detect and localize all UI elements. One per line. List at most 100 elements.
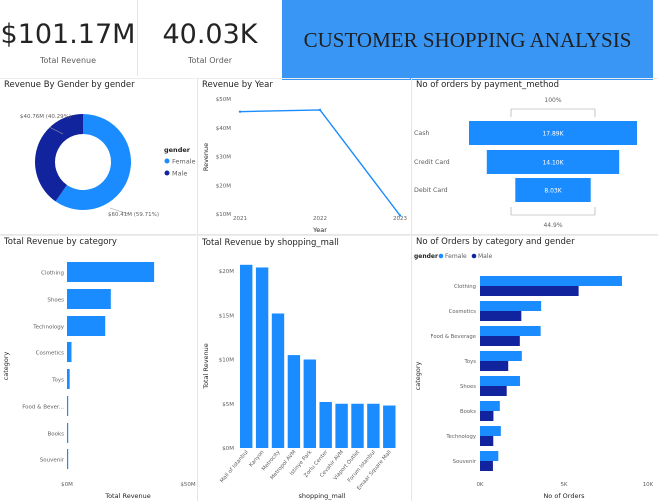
category-revenue-bar[interactable] — [67, 316, 106, 336]
og-category-label: Souvenir — [453, 459, 477, 465]
og-bar-female[interactable] — [480, 376, 520, 386]
og-legend-female-label[interactable]: Female — [445, 253, 467, 260]
funnel-category-label: Debit Card — [414, 187, 448, 194]
mall-revenue-bar[interactable] — [240, 264, 253, 448]
og-bar-male[interactable] — [480, 311, 522, 321]
mall-revenue-bar[interactable] — [383, 405, 396, 448]
category-revenue-svg: category Clothing Shoes Technology Cosmetic… — [2, 262, 196, 500]
funnel-value-label: 17.89K — [542, 131, 564, 138]
og-bar-male[interactable] — [480, 461, 493, 471]
category-revenue-bar[interactable] — [67, 449, 69, 469]
line-x-axis-title: Year — [312, 226, 327, 234]
mall-revenue-bar[interactable] — [271, 313, 285, 448]
category-revenue-bar[interactable] — [67, 423, 69, 443]
category-revenue-bar[interactable] — [67, 396, 69, 416]
og-bar-female[interactable] — [480, 301, 542, 311]
line-x-tick-label: 2022 — [313, 216, 327, 222]
category-tick-label: Souvenir — [40, 458, 65, 464]
og-x-axis-title: No of Orders — [543, 492, 585, 500]
funnel-category-label: Credit Card — [414, 159, 450, 166]
og-bar-male[interactable] — [480, 436, 494, 446]
kpi-revenue-card: $101.17M Total Revenue — [0, 0, 136, 76]
category-y-axis-title: category — [2, 351, 10, 380]
legend-male-label[interactable]: Male — [172, 170, 187, 178]
og-bar-male[interactable] — [480, 386, 507, 396]
legend-female-label[interactable]: Female — [172, 158, 196, 166]
category-tick-label: Food & Bever... — [22, 405, 64, 411]
og-x-tick-label: 10K — [643, 482, 654, 488]
legend-female-marker — [164, 158, 170, 164]
category-tick-label: Toys — [51, 378, 64, 384]
donut-svg: $40.76M (40.29%) $60.41M (59.71%) gender… — [20, 114, 196, 218]
category-revenue-bar[interactable] — [67, 342, 72, 362]
donut-label-male-text: $40.76M (40.29%) — [20, 114, 71, 120]
donut-label-female: $60.41M (59.71%) — [108, 212, 159, 218]
kpi-orders-label: Total Order — [188, 56, 232, 65]
category-revenue-bar[interactable] — [67, 289, 111, 309]
og-bar-female[interactable] — [480, 426, 501, 436]
line-y-tick-label: $10M — [216, 212, 231, 218]
kpi-revenue-value: $101.17M — [0, 19, 136, 50]
funnel-svg: 100% Cash 17.89K Credit Card 14.10K Debit Ca… — [414, 97, 637, 229]
revenue-by-gender-visual[interactable]: Revenue By Gender by gender $40.76M (40.… — [0, 78, 196, 235]
og-bar-male[interactable] — [480, 286, 579, 296]
og-bar-male[interactable] — [480, 411, 494, 421]
mall-revenue-bar[interactable] — [303, 359, 316, 449]
kpi-revenue-label: Total Revenue — [39, 56, 97, 65]
donut-slice-male[interactable] — [35, 114, 83, 202]
og-x-tick-label: 5K — [560, 482, 567, 488]
line-svg: $10M $20M $30M $40M $50M Revenue 2021 2022 202… — [202, 97, 407, 234]
legend-male-marker — [164, 170, 170, 176]
line-point[interactable] — [318, 108, 322, 112]
line-series-revenue[interactable] — [239, 109, 401, 216]
mall-revenue-bar[interactable] — [351, 403, 364, 448]
og-category-label: Books — [460, 409, 476, 415]
og-bar-female[interactable] — [480, 401, 500, 411]
og-category-label: Toys — [464, 359, 477, 365]
category-tick-label: Technology — [32, 325, 65, 331]
og-category-label: Food & Beverage — [430, 334, 476, 340]
og-bar-male[interactable] — [480, 361, 509, 371]
og-bar-female[interactable] — [480, 451, 499, 461]
category-tick-label: Books — [47, 432, 64, 438]
revenue-by-year-visual[interactable]: Revenue by Year $10M $20M $30M $40M $50M Rev… — [198, 78, 410, 235]
mall-revenue-bar[interactable] — [335, 403, 348, 448]
category-revenue-bar[interactable] — [67, 262, 155, 282]
mall-x-tick-label: Mall of Istanbul — [219, 449, 250, 484]
line-x-tick-label: 2021 — [233, 216, 247, 222]
og-bar-male[interactable] — [480, 336, 520, 346]
og-bar-female[interactable] — [480, 326, 541, 336]
mall-revenue-bar[interactable] — [255, 267, 269, 448]
og-category-label: Technology — [445, 434, 476, 440]
og-legend-male-label[interactable]: Male — [478, 253, 493, 260]
og-category-label: Shoes — [460, 384, 476, 390]
mall-y-axis-title: Total Revenue — [202, 343, 210, 390]
og-legend-male-marker — [471, 253, 477, 259]
og-bar-female[interactable] — [480, 276, 622, 286]
donut-label-female-text: $60.41M (59.71%) — [108, 212, 159, 218]
payment-method-visual[interactable]: No of orders by payment_method 100% Cash… — [412, 78, 658, 235]
category-revenue-bar[interactable] — [67, 369, 70, 389]
line-x-tick-label: 2023 — [393, 216, 407, 222]
revenue-by-category-visual[interactable]: Total Revenue by category category Cloth… — [0, 235, 196, 502]
orders-by-category-gender-visual[interactable]: No of Orders by category and gender gend… — [412, 235, 658, 502]
mall-revenue-bar[interactable] — [287, 355, 301, 448]
line-y-tick-label: $20M — [216, 183, 231, 189]
category-tick-label: Clothing — [41, 271, 64, 277]
line-y-tick-label: $30M — [216, 155, 231, 161]
kpi-orders-card: 40.03K Total Order — [138, 0, 282, 76]
mall-y-tick-label: $10M — [219, 358, 234, 364]
mall-y-tick-label: $0M — [222, 446, 234, 452]
kpi-orders-value: 40.03K — [162, 19, 258, 50]
funnel-top-pct: 100% — [544, 97, 561, 104]
dashboard-title-banner: CUSTOMER SHOPPING ANALYSIS — [282, 0, 653, 80]
og-category-label: Cosmetics — [449, 309, 477, 315]
mall-revenue-bar[interactable] — [319, 401, 332, 448]
category-tick-label: Shoes — [47, 298, 64, 304]
mall-revenue-bar[interactable] — [367, 403, 380, 448]
revenue-by-mall-visual[interactable]: Total Revenue by shopping_mall $0M $5M $10… — [198, 235, 410, 502]
line-point[interactable] — [398, 214, 402, 217]
gender-legend-title: gender — [164, 146, 191, 154]
og-bar-female[interactable] — [480, 351, 522, 361]
line-point[interactable] — [238, 110, 242, 113]
